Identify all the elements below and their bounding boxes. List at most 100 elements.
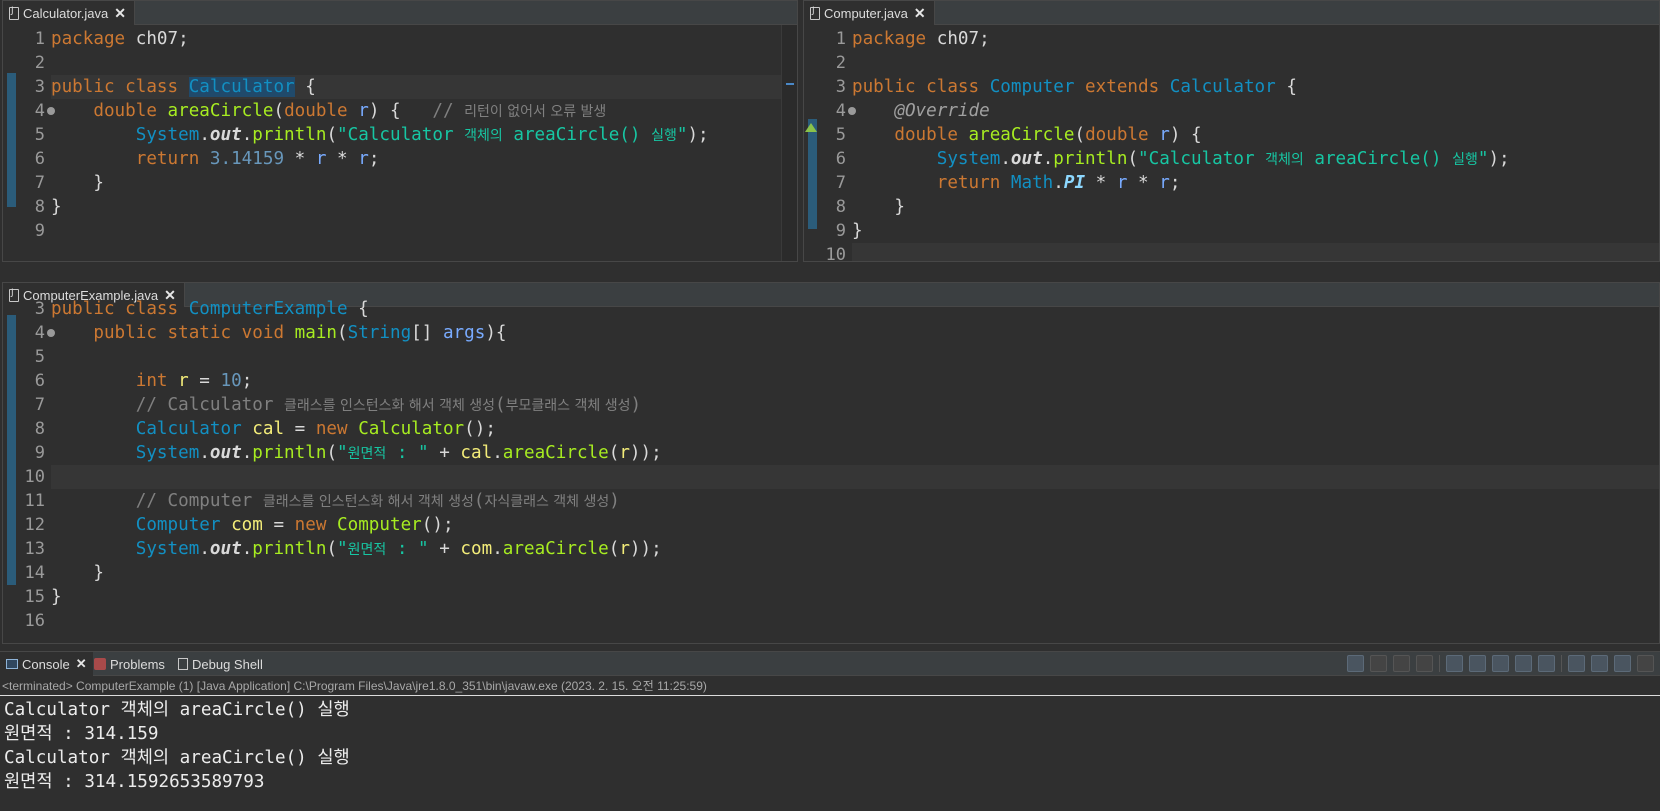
tab-problems[interactable]: Problems — [88, 652, 171, 676]
remove-all-icon[interactable] — [1416, 655, 1433, 672]
line-number: 9 — [34, 221, 45, 241]
code-line[interactable]: double areaCircle(double r) { — [852, 123, 1659, 147]
code-line[interactable]: @Override — [852, 99, 1659, 123]
code-line[interactable]: System.out.println("Calculator 객체의 areaC… — [51, 123, 797, 147]
code-line[interactable]: // Computer 클래스를 인스턴스화 해서 객체 생성(자식클래스 객체… — [51, 489, 1659, 513]
tab-computer-java[interactable]: Computer.java ✕ — [804, 1, 935, 25]
remove-launch-icon[interactable] — [1393, 655, 1410, 672]
tab-calculator-java[interactable]: Calculator.java ✕ — [3, 1, 136, 25]
tab-console[interactable]: Console ✕ — [0, 652, 93, 676]
show-on-output-icon[interactable] — [1515, 655, 1532, 672]
code-line[interactable]: } — [51, 585, 1659, 609]
line-number: 7 — [34, 395, 45, 415]
code-token: } — [51, 173, 104, 193]
toolbar-separator — [1561, 655, 1562, 672]
code-line[interactable] — [852, 243, 1659, 261]
code-line[interactable]: } — [51, 195, 797, 219]
code-token: 객체의 — [1265, 152, 1304, 168]
code-line[interactable]: System.out.println("원면적 : " + cal.areaCi… — [51, 441, 1659, 465]
code-line[interactable] — [51, 465, 1659, 489]
code-token: System — [135, 125, 200, 145]
code-token: public static void — [93, 323, 295, 343]
open-console-icon[interactable] — [1614, 655, 1631, 672]
close-icon[interactable]: ✕ — [914, 5, 926, 22]
code-token: " — [676, 125, 688, 145]
code-token: ( — [1127, 149, 1139, 169]
override-marker-icon[interactable] — [805, 123, 817, 132]
code-line[interactable]: package ch07; — [852, 27, 1659, 51]
code-line[interactable]: // Calculator 클래스를 인스턴스화 해서 객체 생성(부모클래스 … — [51, 393, 1659, 417]
code-token: ( — [337, 323, 348, 343]
code-line[interactable]: public class ComputerExample { — [51, 297, 1659, 321]
code-line[interactable]: Computer com = new Computer(); — [51, 513, 1659, 537]
tab-debug-shell[interactable]: Debug Shell — [172, 652, 269, 676]
code-token: int — [135, 371, 179, 391]
code-token: ch07; — [926, 29, 990, 49]
code-line[interactable]: public class Computer extends Calculator… — [852, 75, 1659, 99]
code-token: ( — [608, 539, 620, 559]
code-token: Calculator — [135, 419, 253, 439]
code-line[interactable] — [51, 51, 797, 75]
close-icon[interactable]: ✕ — [76, 656, 87, 672]
code-area-computer[interactable]: 1 2 3 4 5 6 7 8 9 10 package ch07; public class Co… — [804, 25, 1659, 261]
code-token: [] — [411, 323, 443, 343]
code-line[interactable]: } — [852, 195, 1659, 219]
code-line[interactable]: int r = 10; — [51, 369, 1659, 393]
close-icon[interactable]: ✕ — [114, 5, 126, 22]
display-console-icon[interactable] — [1591, 655, 1608, 672]
code-line[interactable] — [51, 219, 797, 243]
code-line[interactable] — [852, 51, 1659, 75]
tab-label: Problems — [110, 656, 165, 672]
code-token: double — [93, 101, 168, 121]
code-token: r — [619, 539, 630, 559]
console-toolbar — [1347, 655, 1654, 672]
minimize-icon[interactable] — [1637, 655, 1654, 672]
sync-icon[interactable] — [1347, 655, 1364, 672]
line-number: 3 — [34, 299, 45, 319]
pin-console-icon[interactable] — [1568, 655, 1585, 672]
code-line[interactable]: } — [51, 171, 797, 195]
code-line[interactable]: public class Calculator { — [51, 75, 797, 99]
code-token: r — [358, 101, 369, 121]
code-token: String — [347, 323, 412, 343]
word-wrap-icon[interactable] — [1492, 655, 1509, 672]
code-line[interactable]: System.out.println("원면적 : " + com.areaCi… — [51, 537, 1659, 561]
code-line[interactable] — [51, 345, 1659, 369]
code-token: out — [209, 539, 242, 559]
code-line[interactable]: return 3.14159 * r * r; — [51, 147, 797, 171]
code-line[interactable]: double areaCircle(double r) { // 리턴이 없어서… — [51, 99, 797, 123]
clear-console-icon[interactable] — [1446, 655, 1463, 672]
code-token: System — [936, 149, 1001, 169]
editor-computer[interactable]: Computer.java ✕ 1 2 3 4 5 6 7 8 9 10 package ch07… — [803, 0, 1660, 262]
code-line[interactable]: return Math.PI * r * r; — [852, 171, 1659, 195]
line-number: 13 — [24, 539, 45, 559]
code-token: main — [294, 323, 338, 343]
code-token: = — [262, 515, 295, 535]
code-token: extends — [1074, 77, 1170, 97]
terminate-icon[interactable] — [1370, 655, 1387, 672]
code-token: System — [135, 443, 200, 463]
editor-calculator[interactable]: Calculator.java ✕ 1 2 3 4 5 6 7 8 9 package ch07… — [2, 0, 798, 262]
code-line[interactable]: public static void main(String[] args){ — [51, 321, 1659, 345]
code-area-calculator[interactable]: 1 2 3 4 5 6 7 8 9 package ch07; public class Calc… — [3, 25, 797, 261]
code-line[interactable]: } — [51, 561, 1659, 585]
java-file-icon — [9, 6, 19, 20]
code-line[interactable]: Calculator cal = new Calculator(); — [51, 417, 1659, 441]
code-line[interactable]: package ch07; — [51, 27, 797, 51]
code-token: return — [936, 173, 1011, 193]
editor-computer-example[interactable]: ComputerExample.java ✕ 34567891011121314… — [2, 282, 1660, 644]
code-line[interactable]: } — [852, 219, 1659, 243]
code-token: * — [1127, 173, 1160, 193]
line-number: 6 — [34, 149, 45, 169]
code-line[interactable]: System.out.println("Calculator 객체의 areaC… — [852, 147, 1659, 171]
code-line[interactable] — [51, 609, 1659, 633]
scroll-lock-icon[interactable] — [1469, 655, 1486, 672]
tab-label: Debug Shell — [192, 656, 263, 672]
show-on-error-icon[interactable] — [1538, 655, 1555, 672]
code-area-computer-example[interactable]: 3 4 5 6 7 8 9 10 11 12 13 14 15 16 public class Compu… — [3, 299, 1659, 643]
vertical-scrollbar[interactable] — [781, 25, 797, 261]
code-token: areaCircle — [502, 539, 609, 559]
